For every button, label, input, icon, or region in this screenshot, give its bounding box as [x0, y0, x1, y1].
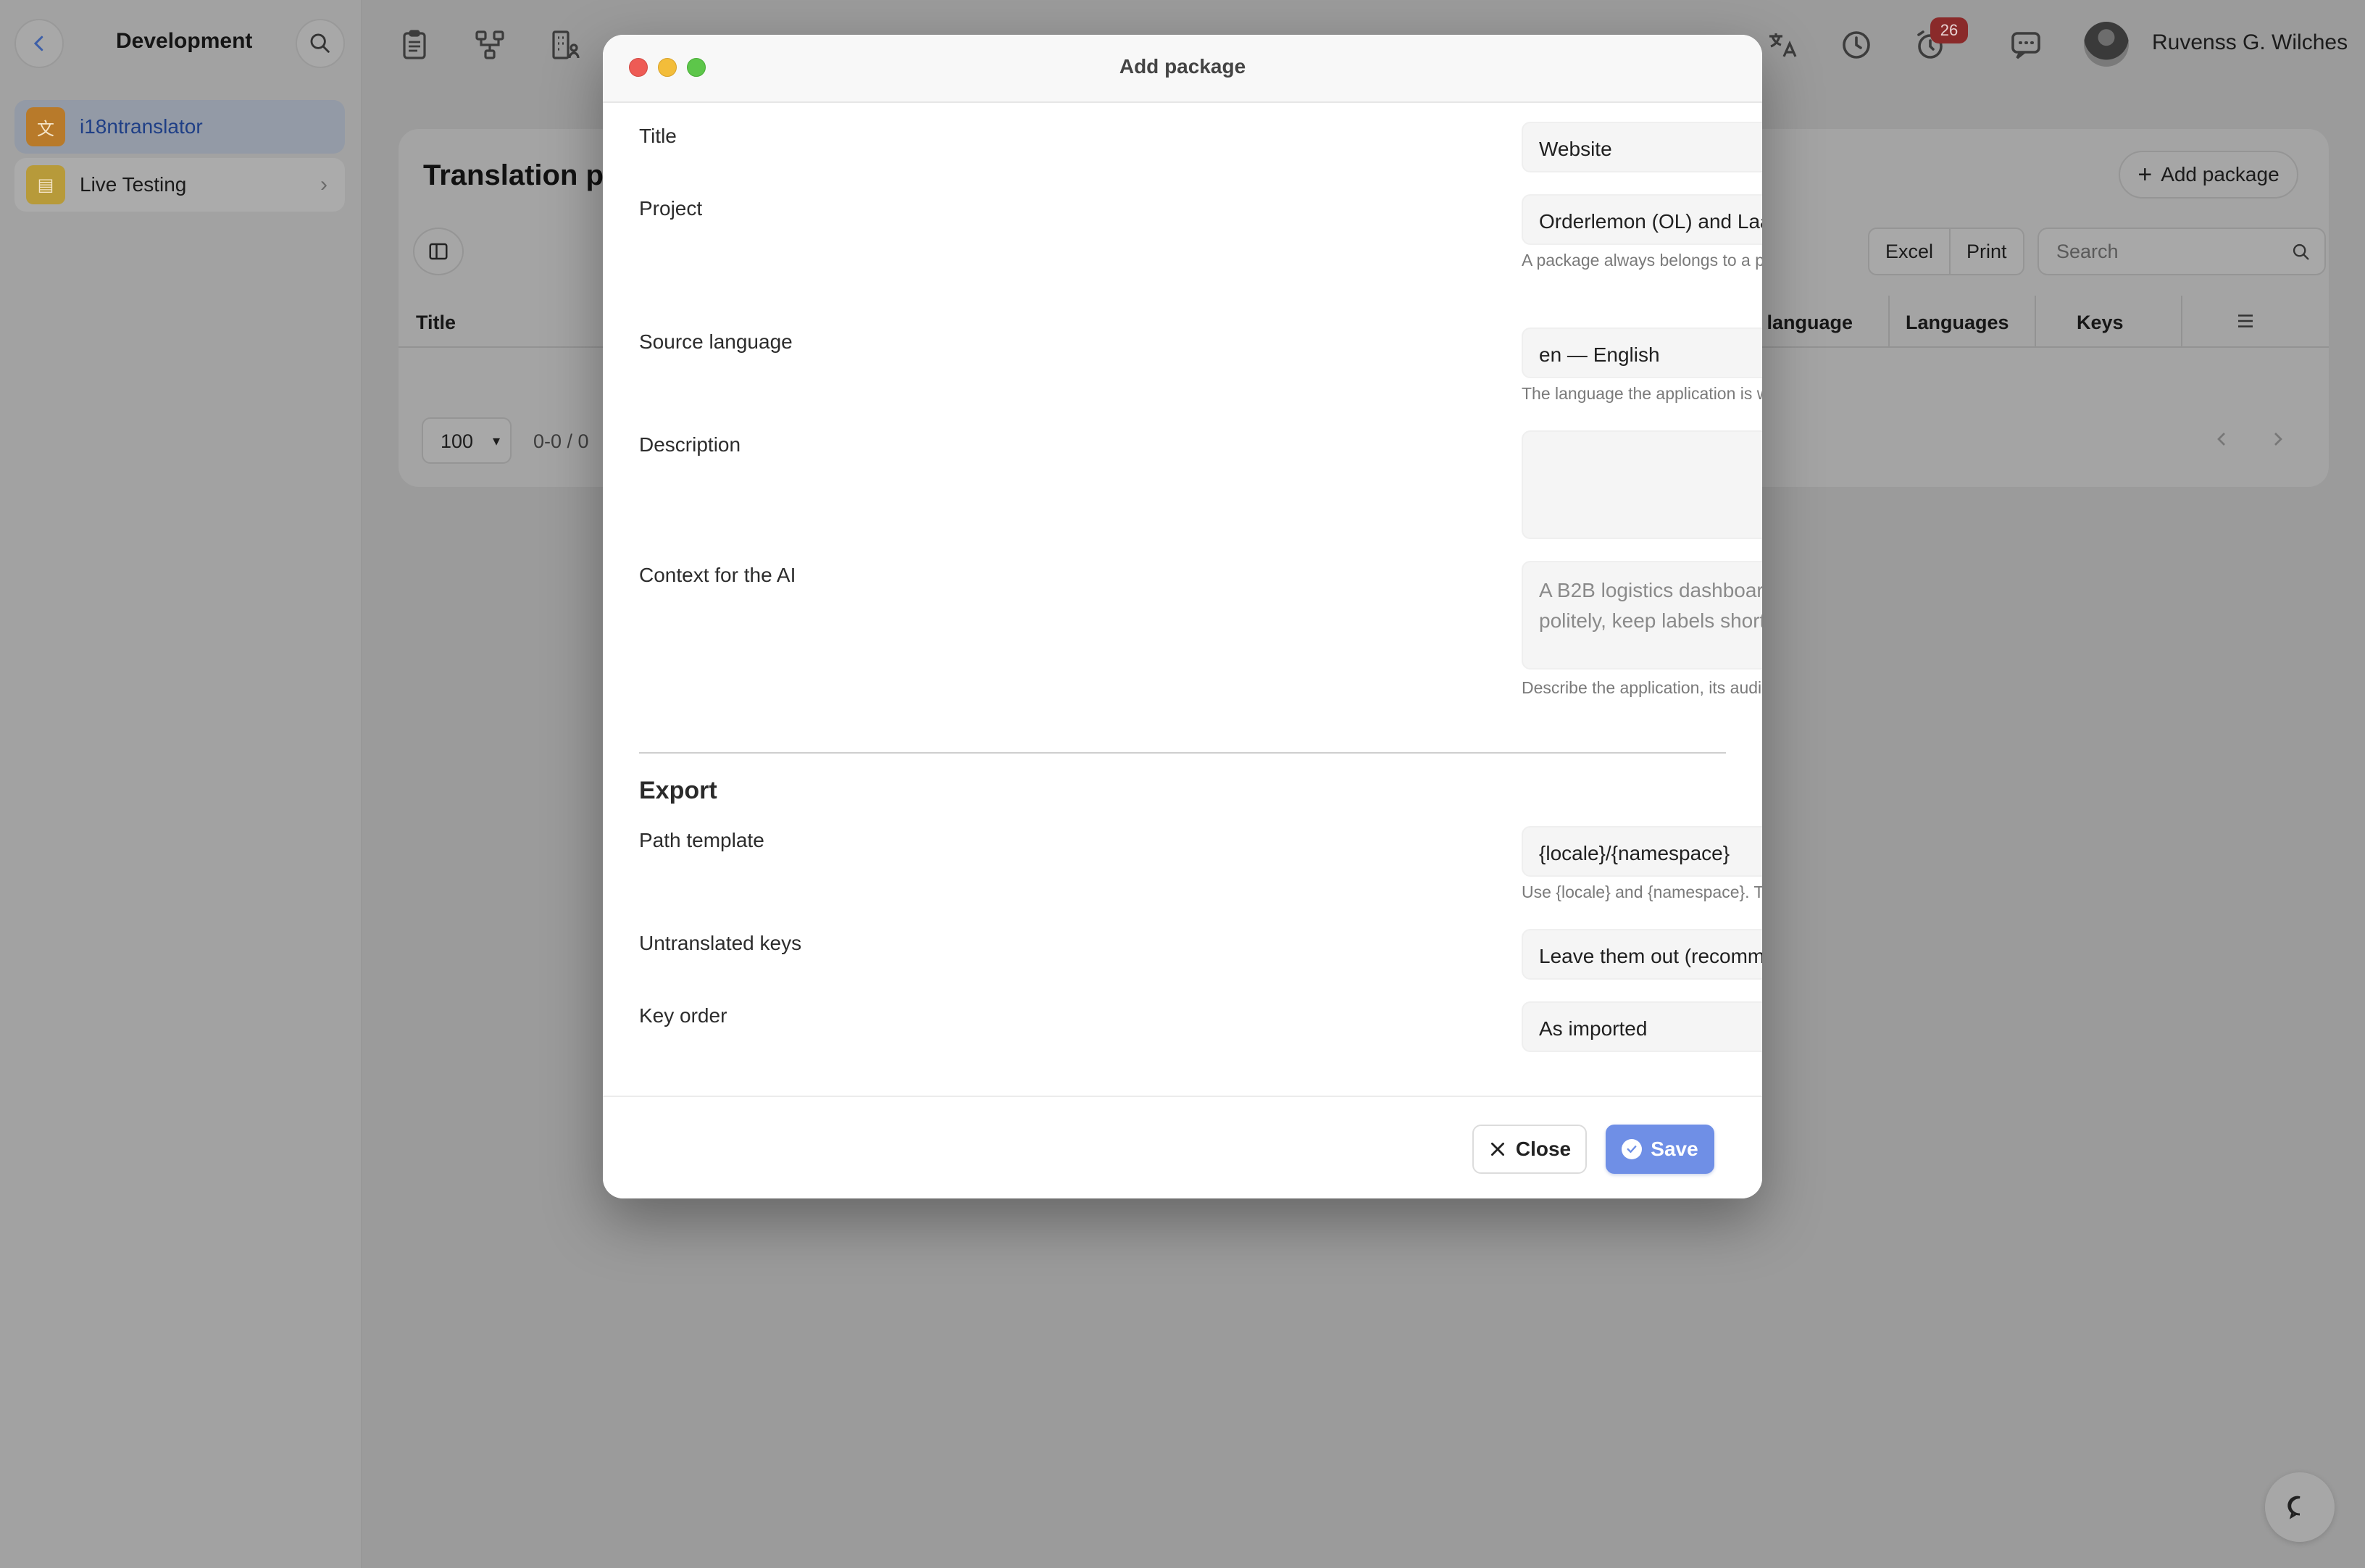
pagination-range: 0-0 / 0: [533, 430, 589, 452]
close-button[interactable]: Close: [1472, 1125, 1587, 1174]
chevron-down-icon: ▾: [492, 433, 500, 449]
next-page-icon[interactable]: [2266, 428, 2290, 451]
search-icon: [2293, 243, 2309, 260]
source-language-help-text: The language the application is written …: [1522, 384, 1762, 403]
notification-badge: 26: [1930, 17, 1968, 43]
sidebar-header: Development: [14, 19, 345, 68]
clock-icon[interactable]: [1839, 28, 1874, 62]
hierarchy-icon[interactable]: [472, 28, 507, 62]
sidebar-panel-icon: [429, 243, 448, 260]
save-button[interactable]: Save: [1606, 1125, 1714, 1174]
add-package-button[interactable]: + Add package: [2119, 151, 2298, 199]
excel-button[interactable]: Excel: [1869, 229, 1949, 274]
column-languages[interactable]: Languages: [1906, 312, 2009, 334]
column-separator: [2035, 296, 2036, 348]
close-button-label: Close: [1515, 1138, 1572, 1160]
back-button[interactable]: [14, 19, 64, 68]
testing-app-icon: ▤: [26, 165, 65, 204]
column-separator: [1888, 296, 1890, 348]
add-package-dialog: Add package Title Website Project Orderl…: [603, 35, 1762, 1198]
context-textarea[interactable]: A B2B logistics dashboard used by wareho…: [1522, 561, 1762, 670]
sidebar-search-button[interactable]: [296, 19, 345, 68]
export-section-title: Export: [639, 777, 717, 804]
context-help-text: Describe the application, its audience a…: [1522, 678, 1762, 697]
search-placeholder: Search: [2056, 241, 2119, 262]
column-keys[interactable]: Keys: [2077, 312, 2124, 334]
table-search-input[interactable]: Search: [2037, 228, 2326, 275]
save-button-label: Save: [1651, 1138, 1698, 1160]
path-template-label: Path template: [639, 829, 764, 851]
user-name[interactable]: Ruvenss G. Wilches: [2152, 30, 2348, 55]
sidebar-item-label: Live Testing: [80, 173, 187, 196]
check-circle-icon: [1622, 1139, 1643, 1159]
context-placeholder: A B2B logistics dashboard used by wareho…: [1539, 579, 1762, 632]
sidebar-item-label: i18ntranslator: [80, 115, 203, 138]
source-language-label: Source language: [639, 330, 793, 353]
sidebar: Development 文 i18ntranslator ▤ Live Test…: [0, 0, 362, 1568]
avatar[interactable]: [2084, 22, 2129, 67]
translate-icon[interactable]: [1765, 28, 1800, 62]
description-label: Description: [639, 433, 741, 456]
chat-bubble-icon: [2287, 1496, 2301, 1519]
toggle-columns-button[interactable]: [413, 228, 464, 275]
print-button[interactable]: Print: [1949, 229, 2023, 274]
export-button-group: Excel Print: [1868, 228, 2024, 275]
chevron-left-icon: [33, 36, 43, 51]
path-template-help-text: Use {locale} and {namespace}. The extens…: [1522, 883, 1762, 901]
search-icon: [310, 33, 330, 53]
untranslated-keys-select[interactable]: Leave them out (recommended): [1522, 929, 1762, 980]
source-language-select[interactable]: en — English: [1522, 328, 1762, 378]
project-help-text: A package always belongs to a project: t…: [1522, 251, 1762, 270]
translate-app-icon: 文: [26, 107, 65, 146]
title-input[interactable]: Website: [1522, 122, 1762, 172]
plus-icon: +: [2137, 160, 2153, 188]
chat-icon[interactable]: [2009, 28, 2043, 62]
prev-page-icon[interactable]: [2210, 428, 2233, 451]
building-users-icon[interactable]: [548, 28, 583, 62]
context-label: Context for the AI: [639, 564, 796, 586]
key-order-select[interactable]: As imported: [1522, 1001, 1762, 1052]
untranslated-keys-label: Untranslated keys: [639, 932, 802, 954]
close-icon: [1490, 1143, 1504, 1156]
key-order-label: Key order: [639, 1004, 727, 1027]
dialog-footer: Close Save: [603, 1096, 1762, 1198]
path-template-input[interactable]: {locale}/{namespace}: [1522, 826, 1762, 877]
menu-icon[interactable]: [2235, 310, 2256, 332]
dialog-header: Add package: [603, 35, 1762, 103]
section-divider: [639, 752, 1726, 754]
support-chat-button[interactable]: [2265, 1472, 2335, 1542]
title-label: Title: [639, 125, 677, 147]
chevron-right-icon: ›: [320, 172, 328, 196]
page-size-select[interactable]: 100 ▾: [422, 417, 512, 464]
project-label: Project: [639, 197, 703, 220]
project-select[interactable]: Orderlemon (OL) and Laatste Rondje (LR) …: [1522, 194, 1762, 245]
column-source-language[interactable]: e language: [1751, 312, 1853, 334]
column-separator: [2181, 296, 2182, 348]
sidebar-item-i18ntranslator[interactable]: 文 i18ntranslator: [14, 100, 345, 154]
description-textarea[interactable]: [1522, 430, 1762, 539]
clipboard-icon[interactable]: [397, 28, 432, 62]
column-title[interactable]: Title: [416, 312, 456, 334]
dialog-title: Add package: [1119, 55, 1246, 78]
sidebar-title: Development: [116, 29, 253, 53]
add-package-label: Add package: [2161, 163, 2280, 185]
page-size-value: 100: [441, 430, 474, 452]
sidebar-item-live-testing[interactable]: ▤ Live Testing ›: [14, 158, 345, 212]
